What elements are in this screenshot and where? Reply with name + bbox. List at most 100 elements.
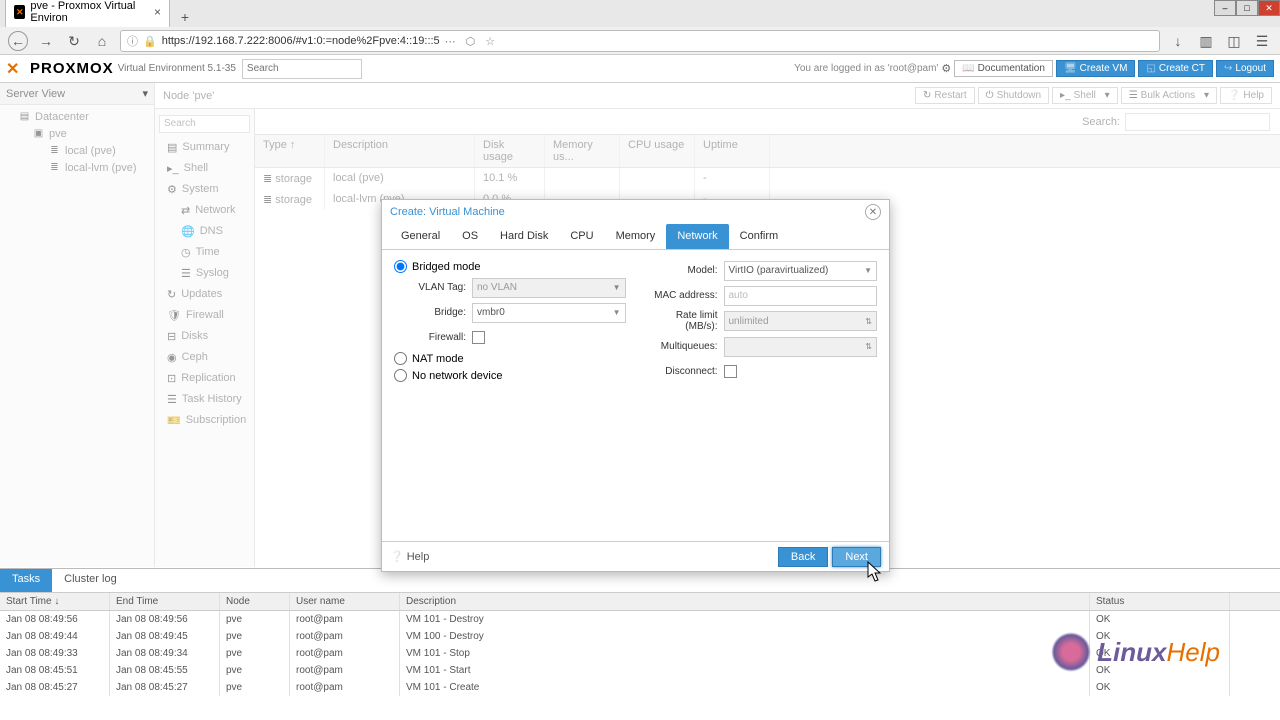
nav-subscription[interactable]: 🎫Subscription [155, 410, 254, 431]
nav-home-icon[interactable]: ⌂ [92, 31, 112, 51]
close-tab-icon[interactable]: × [154, 5, 161, 19]
disconnect-checkbox[interactable] [724, 365, 737, 378]
cluster-log-tab[interactable]: Cluster log [52, 569, 129, 592]
nav-shell[interactable]: ▸_Shell [155, 158, 254, 179]
restart-button[interactable]: ↻Restart [915, 87, 975, 104]
more-icon[interactable]: ⋯ [445, 35, 456, 48]
back-button[interactable]: Back [778, 547, 828, 567]
url-bar[interactable]: ⓘ 🔒 https://192.168.7.222:8006/#v1:0:=no… [120, 30, 1160, 52]
shutdown-button[interactable]: ⏻Shutdown [978, 87, 1049, 104]
col-disk[interactable]: Disk usage [475, 135, 545, 167]
col-user[interactable]: User name [290, 593, 400, 610]
nav-system[interactable]: ⚙System [155, 179, 254, 200]
tree-node-pve[interactable]: ▣pve [0, 125, 154, 142]
desktop-icon: 🖥 [1064, 63, 1077, 74]
spinner-icon[interactable]: ⇅ [865, 342, 872, 351]
window-minimize-button[interactable]: – [1214, 0, 1236, 16]
tasks-tab[interactable]: Tasks [0, 569, 52, 592]
modal-help-button[interactable]: ❔Help [390, 550, 429, 563]
header-search-input[interactable] [242, 59, 362, 79]
storage-icon: ≣ [263, 173, 272, 185]
nav-ceph[interactable]: ◉Ceph [155, 347, 254, 368]
tree-storage-local-lvm[interactable]: ≣local-lvm (pve) [0, 159, 154, 176]
create-ct-button[interactable]: ◱Create CT [1138, 60, 1213, 77]
task-row[interactable]: Jan 08 08:49:56Jan 08 08:49:56pveroot@pa… [0, 611, 1280, 628]
logout-button[interactable]: ↪Logout [1216, 60, 1274, 77]
pocket-icon[interactable]: ⬡ [466, 35, 476, 48]
chevron-down-icon[interactable]: ▼ [613, 283, 621, 292]
col-uptime[interactable]: Uptime [695, 135, 770, 167]
radio-bridged-mode[interactable]: Bridged mode [394, 260, 626, 273]
tab-general[interactable]: General [390, 224, 451, 249]
tab-cpu[interactable]: CPU [559, 224, 604, 249]
nav-reload-icon[interactable]: ↻ [64, 31, 84, 51]
radio-no-network[interactable]: No network device [394, 369, 626, 382]
mac-field[interactable]: auto [724, 286, 878, 306]
nav-firewall[interactable]: 🛡Firewall [155, 305, 254, 326]
gear-icon[interactable]: ⚙ [941, 62, 951, 75]
col-description[interactable]: Description [400, 593, 1090, 610]
radio-nat-mode[interactable]: NAT mode [394, 352, 626, 365]
help-button[interactable]: ❔Help [1220, 87, 1272, 104]
downloads-icon[interactable]: ↓ [1168, 31, 1188, 51]
documentation-button[interactable]: 📖Documentation [954, 60, 1053, 77]
tab-harddisk[interactable]: Hard Disk [489, 224, 559, 249]
content-search-input[interactable] [1125, 113, 1270, 131]
nav-network[interactable]: ⇄Network [155, 200, 254, 221]
nav-summary[interactable]: ▤Summary [155, 137, 254, 158]
menu-icon[interactable]: ☰ [1252, 31, 1272, 51]
nav-replication[interactable]: ⊡Replication [155, 368, 254, 389]
window-maximize-button[interactable]: □ [1236, 0, 1258, 16]
radio-bridged[interactable] [394, 260, 407, 273]
model-field[interactable]: VirtIO (paravirtualized)▼ [724, 261, 878, 281]
col-node[interactable]: Node [220, 593, 290, 610]
col-cpu[interactable]: CPU usage [620, 135, 695, 167]
nav-task-history[interactable]: ☰Task History [155, 389, 254, 410]
nav-time[interactable]: ◷Time [155, 242, 254, 263]
tree-datacenter[interactable]: ▤Datacenter [0, 108, 154, 125]
grid-row[interactable]: ≣ storage local (pve) 10.1 % - [255, 168, 1280, 189]
library-icon[interactable]: ▥ [1196, 31, 1216, 51]
sidebar-header[interactable]: Server View ▾ [0, 83, 154, 105]
bulk-actions-button[interactable]: ☰Bulk Actions ▾ [1121, 87, 1217, 104]
col-type[interactable]: Type ↑ [255, 135, 325, 167]
sidebar-toggle-icon[interactable]: ◫ [1224, 31, 1244, 51]
tab-memory[interactable]: Memory [605, 224, 667, 249]
new-tab-button[interactable]: + [175, 7, 195, 27]
col-memory[interactable]: Memory us... [545, 135, 620, 167]
chevron-down-icon[interactable]: ▼ [613, 308, 621, 317]
col-description[interactable]: Description [325, 135, 475, 167]
task-row[interactable]: Jan 08 08:45:27Jan 08 08:45:27pveroot@pa… [0, 679, 1280, 696]
bridge-field[interactable]: vmbr0▼ [472, 303, 626, 323]
multiqueues-field[interactable]: ⇅ [724, 337, 878, 357]
create-vm-button[interactable]: 🖥Create VM [1056, 60, 1136, 77]
radio-nat[interactable] [394, 352, 407, 365]
rate-limit-field[interactable]: unlimited⇅ [724, 311, 878, 331]
tab-network[interactable]: Network [666, 224, 728, 249]
tab-os[interactable]: OS [451, 224, 489, 249]
col-end-time[interactable]: End Time [110, 593, 220, 610]
vlan-tag-field[interactable]: no VLAN▼ [472, 278, 626, 298]
nav-disks[interactable]: ⊟Disks [155, 326, 254, 347]
modal-close-button[interactable]: ✕ [865, 204, 881, 220]
nav-syslog[interactable]: ☰Syslog [155, 263, 254, 284]
tree-storage-local[interactable]: ≣local (pve) [0, 142, 154, 159]
bookmark-icon[interactable]: ☆ [485, 35, 495, 48]
next-button[interactable]: Next [832, 547, 881, 567]
nav-updates[interactable]: ↻Updates [155, 284, 254, 305]
tab-confirm[interactable]: Confirm [729, 224, 790, 249]
col-start-time[interactable]: Start Time ↓ [0, 593, 110, 610]
browser-tab[interactable]: ✕ pve - Proxmox Virtual Environ × [5, 0, 170, 27]
window-close-button[interactable]: ✕ [1258, 0, 1280, 16]
col-status[interactable]: Status [1090, 593, 1230, 610]
spinner-icon[interactable]: ⇅ [865, 317, 872, 326]
firewall-checkbox[interactable] [472, 331, 485, 344]
radio-none[interactable] [394, 369, 407, 382]
nav-search-input[interactable] [159, 115, 250, 133]
chevron-down-icon[interactable]: ▼ [864, 266, 872, 275]
chevron-down-icon[interactable]: ▾ [142, 87, 148, 100]
nav-back-icon[interactable]: ← [8, 31, 28, 51]
nav-dns[interactable]: 🌐DNS [155, 221, 254, 242]
nav-forward-icon[interactable]: → [36, 31, 56, 51]
shell-button[interactable]: ▸_Shell ▾ [1052, 87, 1118, 104]
